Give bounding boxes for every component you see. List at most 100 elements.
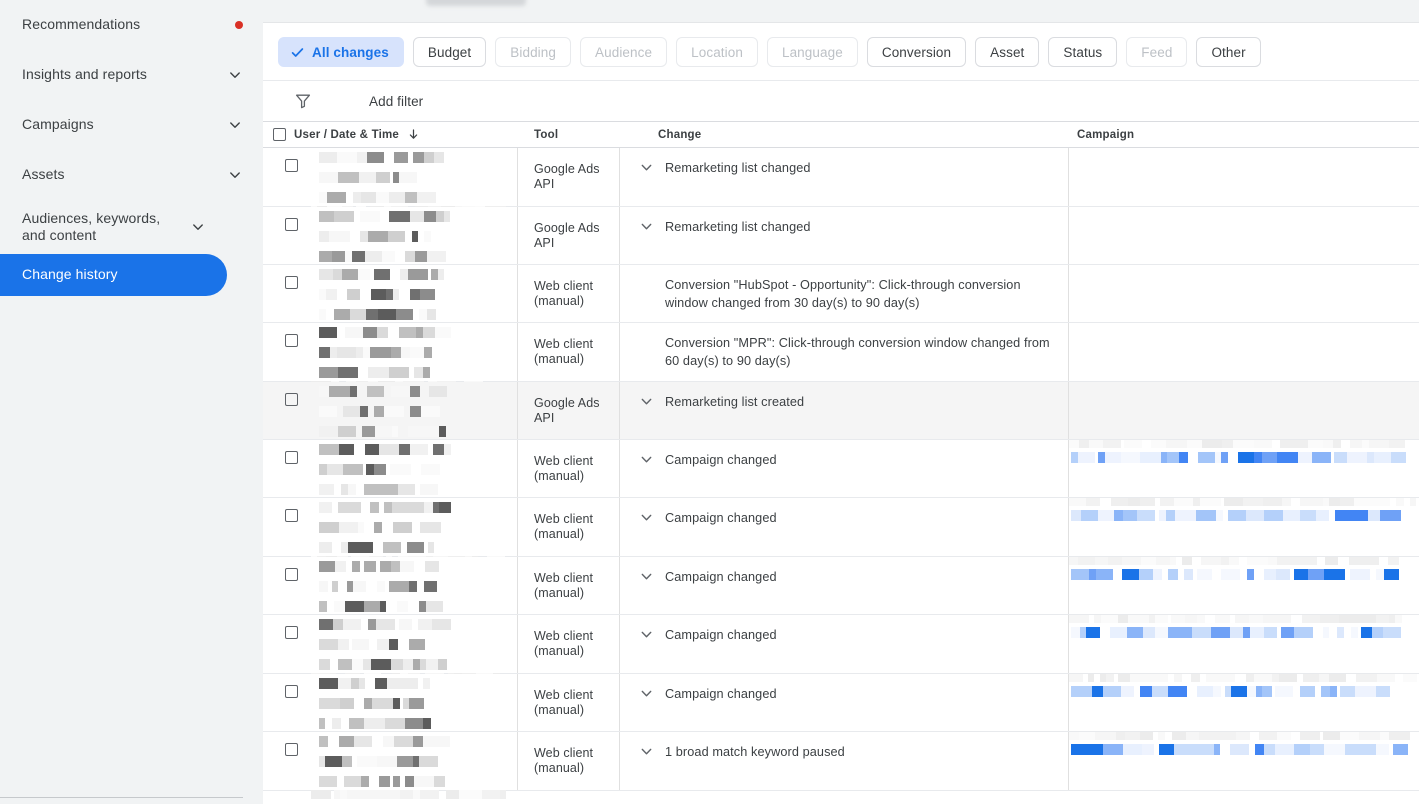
redacted-text-block (353, 192, 361, 203)
filter-chip-all-changes[interactable]: All changes (278, 37, 404, 67)
redacted-text-block (1108, 557, 1122, 565)
table-row[interactable]: Web client (manual) Campaign changed (263, 440, 1419, 507)
redacted-text-block (1069, 440, 1079, 448)
sidebar-item-change-history[interactable]: Change history (0, 254, 227, 296)
sidebar-item-label: Audiences, keywords, and content (22, 209, 161, 244)
filter-funnel-icon[interactable] (295, 93, 311, 109)
chevron-down-icon[interactable] (227, 167, 243, 183)
redacted-text-block (345, 327, 363, 338)
redacted-text-block (427, 309, 436, 320)
redacted-text-block (1299, 440, 1308, 448)
row-select-checkbox[interactable] (285, 334, 298, 347)
redacted-text-block (374, 522, 382, 533)
chevron-down-icon[interactable] (227, 67, 243, 83)
row-select-checkbox[interactable] (285, 393, 298, 406)
filter-chip-status[interactable]: Status (1048, 37, 1118, 67)
redacted-text-block (1069, 615, 1089, 623)
expand-row-chevron-down-icon[interactable] (638, 568, 655, 585)
select-all-checkbox[interactable] (273, 128, 286, 141)
table-row[interactable]: Web client (manual) Campaign changed (263, 615, 1419, 682)
table-row[interactable]: Google Ads API Remarketing list changed (263, 207, 1419, 274)
chevron-down-icon[interactable] (190, 219, 206, 235)
filter-chip-asset[interactable]: Asset (975, 37, 1040, 67)
table-row[interactable]: Web client (manual) Conversion "MPR": Cli… (263, 323, 1419, 390)
sidebar-item-insights-and-reports[interactable]: Insights and reports (0, 50, 263, 100)
sidebar-item-assets[interactable]: Assets (0, 150, 263, 200)
row-select-checkbox[interactable] (285, 685, 298, 698)
row-select-checkbox[interactable] (285, 276, 298, 289)
table-row[interactable]: Google Ads API Remarketing list created (263, 382, 1419, 449)
cell-user-date-time (263, 207, 518, 274)
redacted-text-block (1376, 686, 1390, 697)
redacted-text-block (380, 601, 386, 612)
redacted-text-block (353, 581, 366, 592)
redacted-text-block (1275, 686, 1293, 697)
expand-row-chevron-down-icon[interactable] (638, 393, 655, 410)
redacted-text-block (423, 367, 430, 378)
expand-row-chevron-down-icon[interactable] (638, 451, 655, 468)
redacted-text-block (1071, 627, 1080, 638)
table-row[interactable]: Web client (manual) 1 broad match keyword… (263, 732, 1419, 799)
sidebar-item-recommendations[interactable]: Recommendations (0, 0, 263, 50)
filter-chip-other[interactable]: Other (1196, 37, 1261, 67)
redacted-text-block (368, 619, 376, 630)
filter-chip-label: Status (1063, 44, 1103, 60)
redacted-text-block (1264, 569, 1276, 580)
redacted-text-block (364, 484, 378, 495)
filter-chip-budget[interactable]: Budget (412, 37, 487, 67)
redacted-text-block (1316, 510, 1329, 521)
table-row[interactable]: Web client (manual) Campaign changed (263, 557, 1419, 624)
expand-row-chevron-down-icon[interactable] (638, 218, 655, 235)
redacted-text-block (399, 327, 416, 338)
redacted-text-block (1078, 452, 1095, 463)
chevron-down-icon[interactable] (227, 117, 243, 133)
table-row[interactable]: Web client (manual) Campaign changed (263, 498, 1419, 565)
expand-row-chevron-down-icon[interactable] (638, 626, 655, 643)
column-header-change[interactable]: Change (620, 129, 1069, 141)
redacted-text-block (384, 406, 404, 417)
redacted-text-block (396, 309, 413, 320)
change-description: Campaign changed (665, 511, 777, 525)
column-header-tool[interactable]: Tool (518, 129, 620, 141)
row-select-checkbox[interactable] (285, 159, 298, 172)
row-select-checkbox[interactable] (285, 743, 298, 756)
redacted-text-block (1078, 557, 1095, 565)
cell-tool: Web client (manual) (518, 615, 620, 673)
row-select-checkbox[interactable] (285, 218, 298, 231)
row-select-checkbox[interactable] (285, 568, 298, 581)
row-select-checkbox[interactable] (285, 509, 298, 522)
expand-row-chevron-down-icon[interactable] (638, 743, 655, 760)
row-select-checkbox[interactable] (285, 626, 298, 639)
expand-row-chevron-down-icon[interactable] (638, 159, 655, 176)
column-header-campaign[interactable]: Campaign (1069, 129, 1419, 141)
redacted-text-block (1323, 627, 1329, 638)
filter-chip-conversion[interactable]: Conversion (866, 37, 967, 67)
sidebar-item-campaigns[interactable]: Campaigns (0, 100, 263, 150)
redacted-text-block (367, 386, 384, 397)
redacted-text-block (1121, 452, 1140, 463)
redacted-text-block (380, 561, 391, 572)
redacted-text-block (1355, 686, 1376, 697)
cell-campaign (1069, 498, 1419, 556)
redacted-text-block (1369, 557, 1379, 565)
partially-visible-toolbar-button[interactable] (426, 0, 526, 6)
redacted-text-block (1193, 498, 1200, 506)
arrow-down-icon[interactable] (407, 128, 420, 141)
redacted-text-block (1349, 557, 1369, 565)
add-filter-label[interactable]: Add filter (369, 94, 423, 109)
redacted-text-block (1333, 440, 1341, 448)
redacted-text-block (1084, 744, 1103, 755)
redacted-text-block (1255, 744, 1264, 755)
redacted-text-block (1350, 569, 1370, 580)
table-row[interactable]: Web client (manual) Campaign changed (263, 674, 1419, 741)
change-description: 1 broad match keyword paused (665, 745, 845, 759)
table-row[interactable]: Google Ads API Remarketing list changed (263, 148, 1419, 215)
table-row[interactable]: Web client (manual) Conversion "HubSpot -… (263, 265, 1419, 332)
expand-row-chevron-down-icon[interactable] (638, 685, 655, 702)
column-header-user[interactable]: User / Date & Time (263, 128, 518, 141)
row-select-checkbox[interactable] (285, 451, 298, 464)
redacted-text-block (327, 464, 343, 475)
expand-row-chevron-down-icon[interactable] (638, 509, 655, 526)
sidebar-item-audiences-keywords-and-content[interactable]: Audiences, keywords, and content (0, 200, 263, 254)
redacted-text-block (1247, 686, 1256, 697)
